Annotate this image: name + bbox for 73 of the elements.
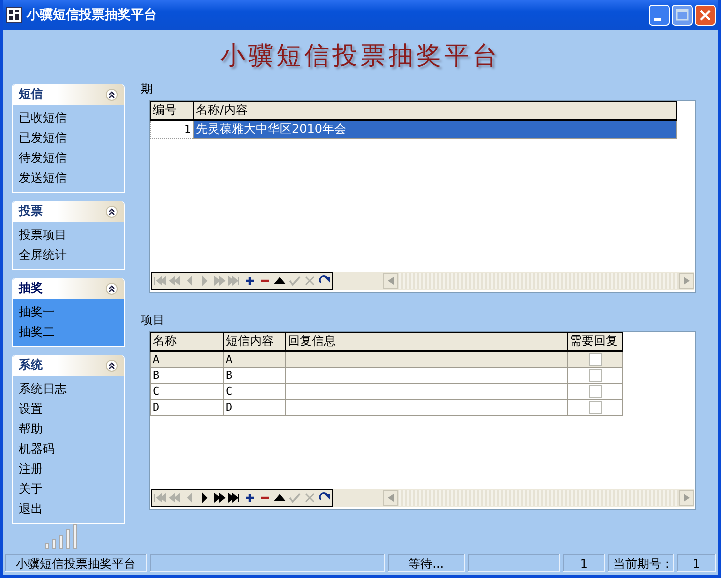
status-text: 1 (562, 554, 606, 572)
left-arrow-icon (388, 494, 394, 502)
scroll-left-button[interactable] (383, 490, 398, 506)
right-arrow-icon (684, 276, 690, 285)
sidebar-item[interactable]: 帮助 (13, 419, 124, 439)
sidebar-item[interactable]: 发送短信 (13, 168, 124, 188)
checkbox[interactable] (588, 353, 602, 366)
close-button[interactable] (695, 4, 716, 26)
group-header[interactable]: 短信 (13, 84, 124, 105)
table-cell: A (226, 352, 233, 366)
sidebar-item[interactable]: 待发短信 (13, 148, 124, 168)
column-header[interactable]: 需要回复 (568, 332, 622, 351)
sidebar-item[interactable]: 设置 (13, 399, 124, 419)
table-cell: C (153, 384, 160, 398)
group-title: 抽奖 (19, 280, 43, 297)
collapse-chevron-icon[interactable] (106, 88, 118, 100)
checkbox[interactable] (588, 385, 602, 398)
table-cell: C (226, 384, 233, 398)
app-banner-title: 小骥短信投票抽奖平台 (220, 40, 500, 72)
table-cell: 先灵葆雅大中华区2010年会 (196, 122, 347, 136)
checkbox[interactable] (588, 369, 602, 382)
sidebar-item[interactable]: 投票项目 (13, 225, 124, 245)
minimize-button[interactable] (649, 4, 670, 26)
window-title: 小骥短信投票抽奖平台 (27, 7, 158, 24)
status-text: 等待... (388, 554, 465, 572)
group-header[interactable]: 系统 (13, 355, 124, 376)
horizontal-scrollbar[interactable] (383, 272, 694, 289)
status-text: 当前期号： (608, 554, 674, 572)
double-right-arrow-icon[interactable] (213, 491, 227, 505)
column-header[interactable]: 回复信息 (286, 332, 568, 351)
sidebar-item[interactable]: 机器码 (13, 439, 124, 459)
scroll-right-button[interactable] (679, 272, 694, 289)
table-cell: A (153, 352, 160, 366)
table-cell: 1 (184, 123, 191, 136)
scroll-right-button[interactable] (679, 490, 694, 506)
group-title: 系统 (19, 357, 43, 374)
right-arrow-icon (684, 494, 690, 502)
sidebar-item[interactable]: 抽奖二 (13, 322, 124, 342)
column-header[interactable]: 编号 (150, 102, 194, 120)
group-header[interactable]: 抽奖 (13, 278, 124, 299)
app-icon (6, 7, 22, 23)
column-header[interactable]: 短信内容 (224, 332, 286, 351)
sidebar-item[interactable]: 注册 (13, 459, 124, 479)
section-label: 项目 (141, 312, 166, 327)
maximize-button[interactable] (672, 4, 693, 26)
group-title: 短信 (19, 86, 43, 103)
status-text: 小骥短信投票抽奖平台 (5, 554, 147, 572)
sidebar-item[interactable]: 已发短信 (13, 128, 124, 148)
collapse-chevron-icon[interactable] (106, 360, 118, 372)
sidebar-item[interactable]: 抽奖一 (13, 302, 124, 322)
collapse-chevron-icon[interactable] (106, 282, 118, 294)
scroll-left-button[interactable] (383, 272, 398, 289)
table-cell: D (226, 400, 233, 414)
left-arrow-icon (388, 276, 394, 285)
sidebar-item[interactable]: 关于 (13, 479, 124, 499)
sidebar-item[interactable]: 退出 (13, 499, 124, 519)
section-label: 期 (141, 82, 154, 96)
table-cell: D (153, 400, 160, 414)
status-text: 1 (677, 554, 716, 572)
plus-icon[interactable] (243, 491, 257, 505)
sidebar-item[interactable]: 已收短信 (13, 108, 124, 128)
group-header[interactable]: 投票 (13, 201, 124, 222)
table-cell: B (153, 368, 160, 382)
last-record-icon[interactable] (228, 491, 242, 505)
column-header[interactable]: 名称/内容 (194, 102, 676, 120)
collapse-chevron-icon[interactable] (106, 206, 118, 218)
group-title: 投票 (19, 203, 43, 220)
sidebar-item[interactable]: 系统日志 (13, 379, 124, 399)
column-header[interactable]: 名称 (150, 332, 224, 351)
checkbox[interactable] (588, 401, 602, 414)
sidebar-item[interactable]: 全屏统计 (13, 245, 124, 265)
table-cell: B (226, 368, 233, 382)
horizontal-scrollbar[interactable] (383, 490, 694, 506)
